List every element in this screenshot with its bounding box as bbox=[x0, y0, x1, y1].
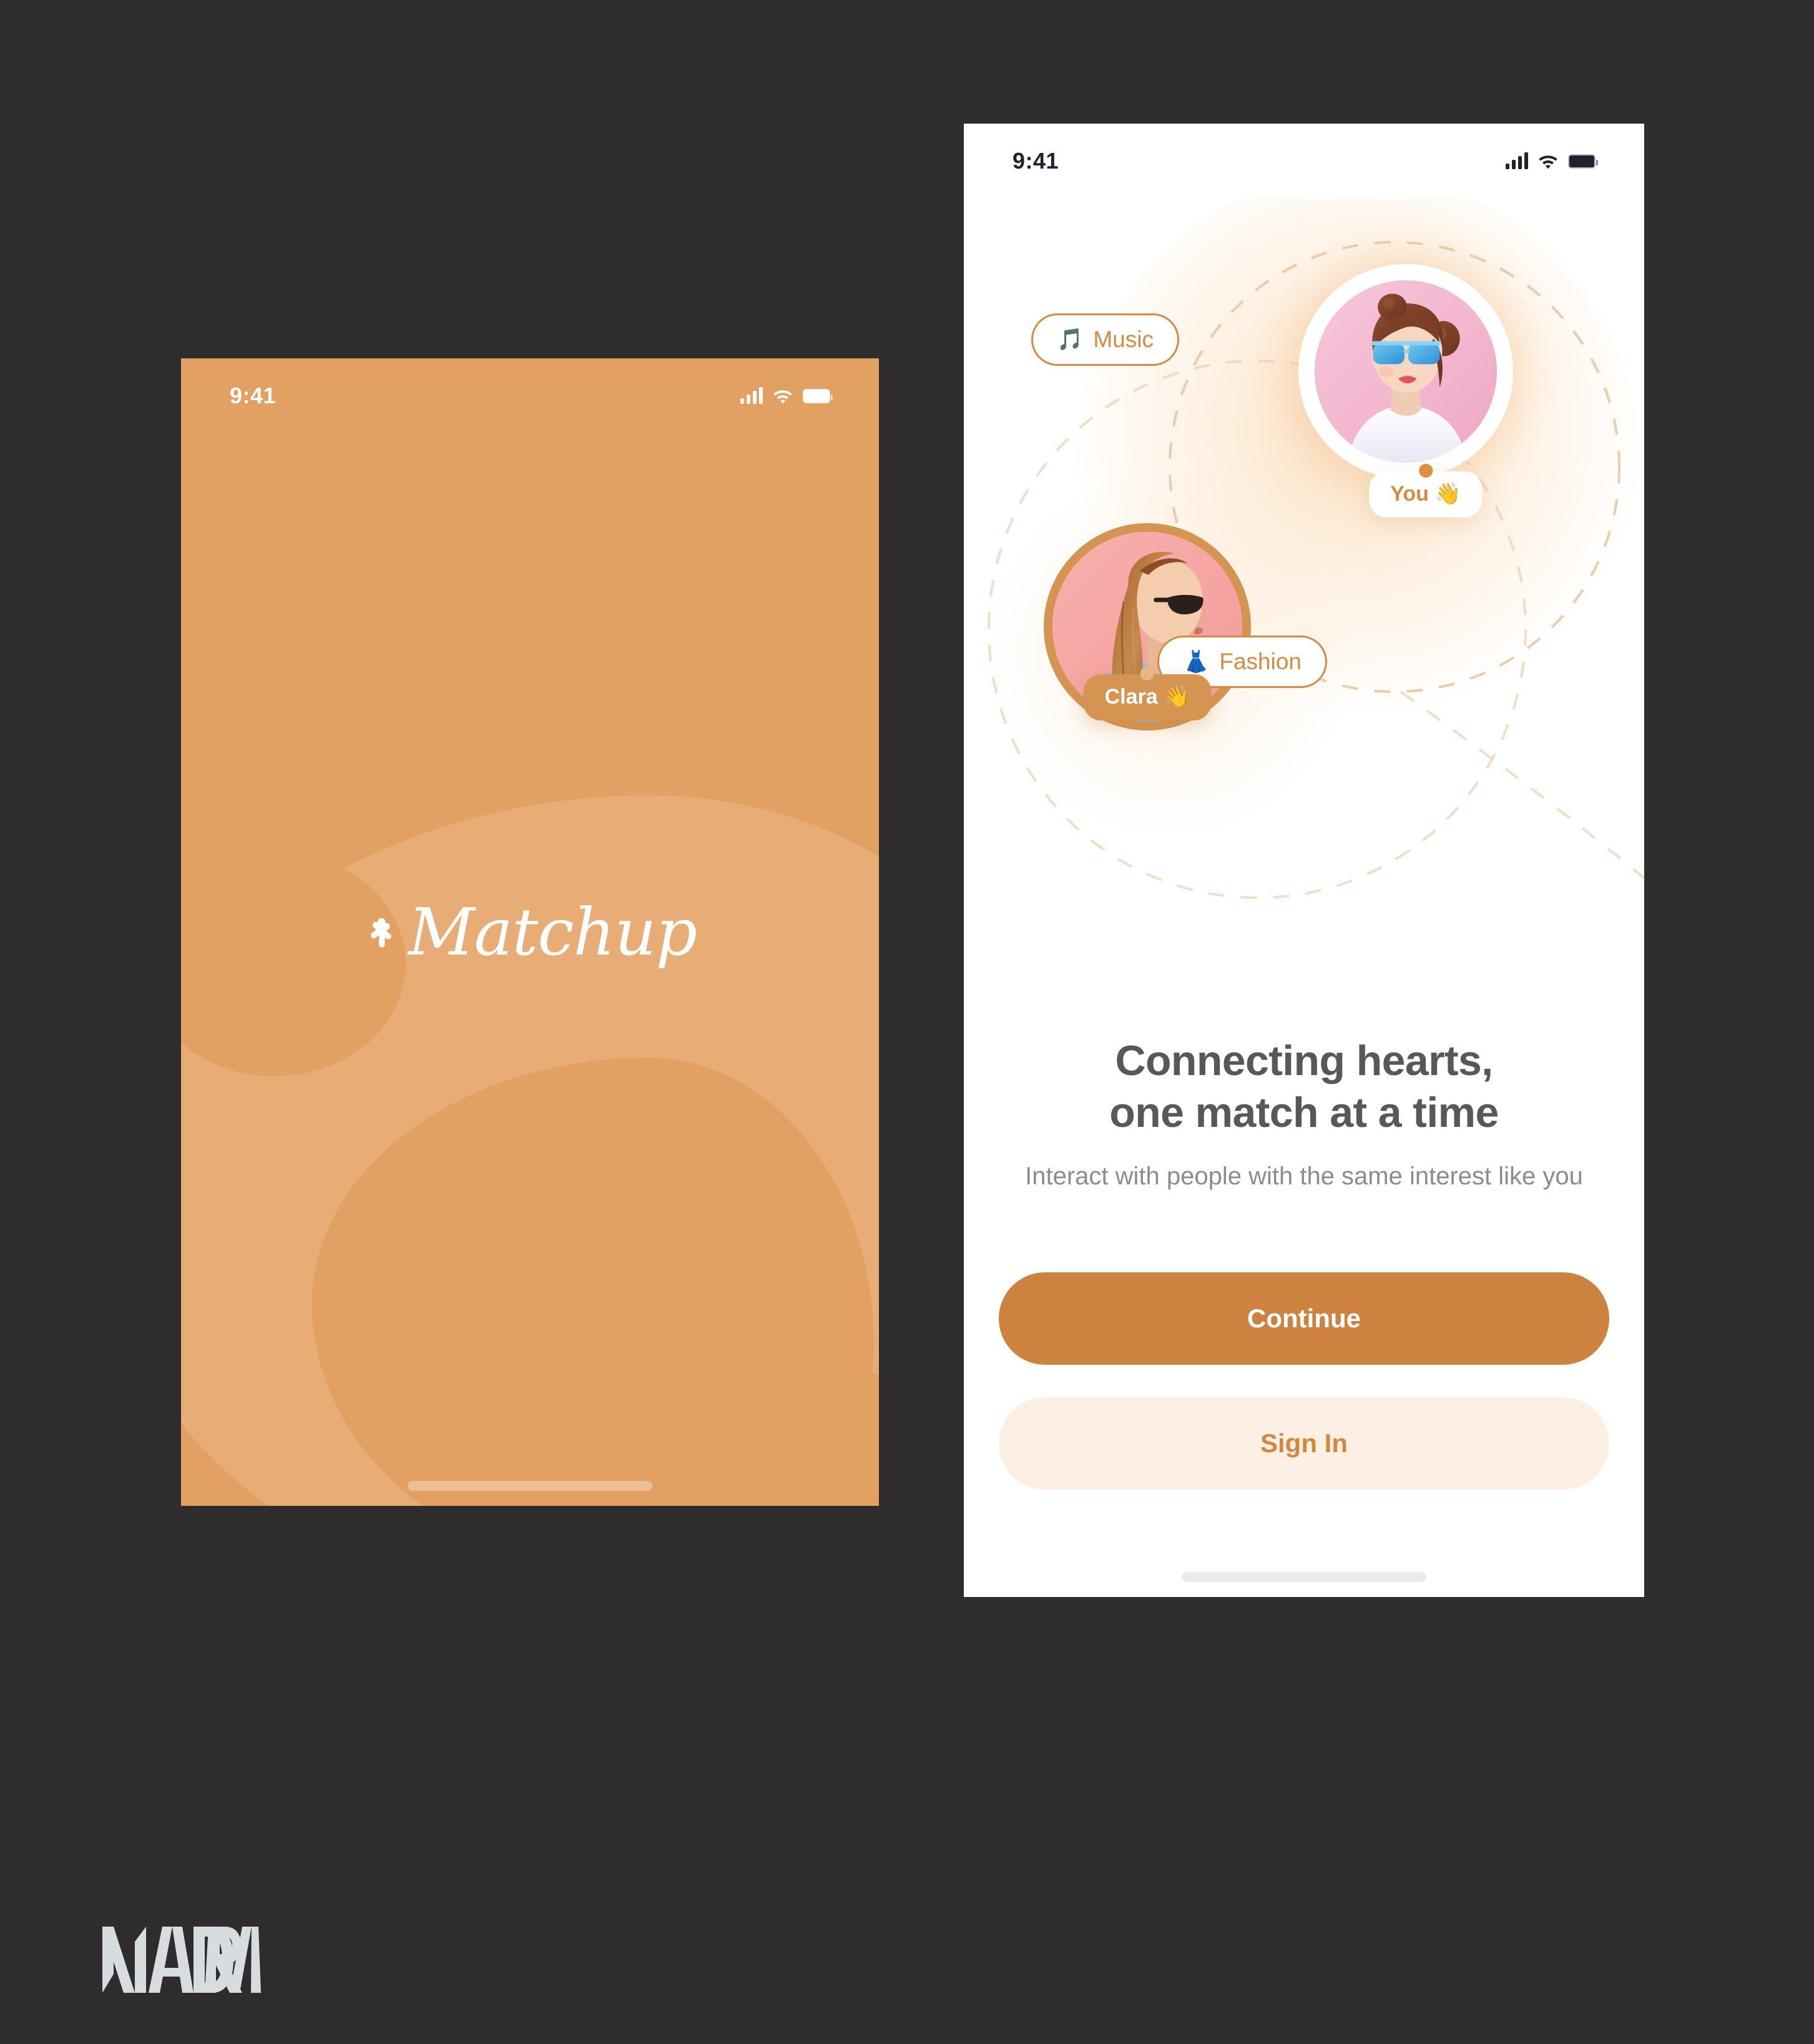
avatar-you[interactable] bbox=[1298, 264, 1513, 479]
hero-illustration: You 👋 Clara 👋 🎵 Music 👗 Fashion bbox=[964, 199, 1644, 1035]
continue-button[interactable]: Continue bbox=[999, 1272, 1609, 1365]
music-note-icon: 🎵 bbox=[1057, 328, 1084, 351]
app-wordmark: Matchup bbox=[408, 894, 697, 970]
screenshot-canvas: 9:41 Matchup 9:41 You 👋 Clara 👋 🎵 Music … bbox=[0, 0, 1814, 2044]
status-bar-icons bbox=[740, 387, 833, 404]
onboarding-screen: 9:41 You 👋 Clara 👋 🎵 Music 👗 Fashion Con… bbox=[964, 124, 1644, 1597]
page-title: Connecting hearts, one match at a time bbox=[1005, 1035, 1603, 1139]
interest-chip-music[interactable]: 🎵 Music bbox=[1031, 313, 1179, 366]
nadra-logo-icon bbox=[102, 1927, 261, 1993]
cellular-signal-icon bbox=[1506, 152, 1528, 169]
status-bar-icons bbox=[1506, 152, 1598, 169]
badge-clara-label: Clara 👋 bbox=[1104, 685, 1190, 709]
battery-icon bbox=[1568, 154, 1598, 169]
dress-icon: 👗 bbox=[1183, 650, 1210, 674]
heart-bird-logo-icon bbox=[371, 918, 391, 948]
cta-button-group: Continue Sign In bbox=[999, 1272, 1609, 1490]
badge-dot-icon bbox=[1140, 667, 1154, 681]
page-subtitle: Interact with people with the same inter… bbox=[1025, 1162, 1583, 1190]
badge-you-label: You 👋 bbox=[1390, 482, 1461, 506]
status-bar-time: 9:41 bbox=[1012, 148, 1059, 174]
interest-chip-music-label: Music bbox=[1093, 327, 1154, 352]
wifi-icon bbox=[773, 390, 792, 403]
home-indicator-splash[interactable] bbox=[408, 1481, 652, 1491]
onboarding-copy: Connecting hearts, one match at a time I… bbox=[964, 1035, 1644, 1193]
young-woman-blue-sunglasses-avatar bbox=[1315, 280, 1497, 463]
status-bar-onboarding: 9:41 bbox=[964, 124, 1644, 199]
app-logo: Matchup bbox=[181, 900, 879, 965]
status-bar-time: 9:41 bbox=[230, 383, 277, 408]
headline-line-2: one match at a time bbox=[1109, 1088, 1499, 1136]
home-indicator-onboarding[interactable] bbox=[1182, 1572, 1426, 1582]
headline-line-1: Connecting hearts, bbox=[1115, 1037, 1493, 1084]
cellular-signal-icon bbox=[740, 387, 763, 404]
splash-screen: 9:41 Matchup bbox=[181, 358, 879, 1506]
avatar-you-photo bbox=[1315, 280, 1497, 463]
wifi-icon bbox=[1539, 155, 1557, 169]
battery-icon bbox=[803, 388, 833, 403]
badge-you[interactable]: You 👋 bbox=[1369, 464, 1483, 518]
sign-in-button[interactable]: Sign In bbox=[999, 1397, 1609, 1490]
watermark-nadra bbox=[100, 1923, 261, 1993]
status-bar-splash: 9:41 bbox=[181, 358, 879, 433]
badge-dot-icon bbox=[1418, 464, 1433, 478]
badge-clara[interactable]: Clara 👋 bbox=[1083, 667, 1212, 720]
interest-chip-fashion-label: Fashion bbox=[1219, 649, 1302, 674]
